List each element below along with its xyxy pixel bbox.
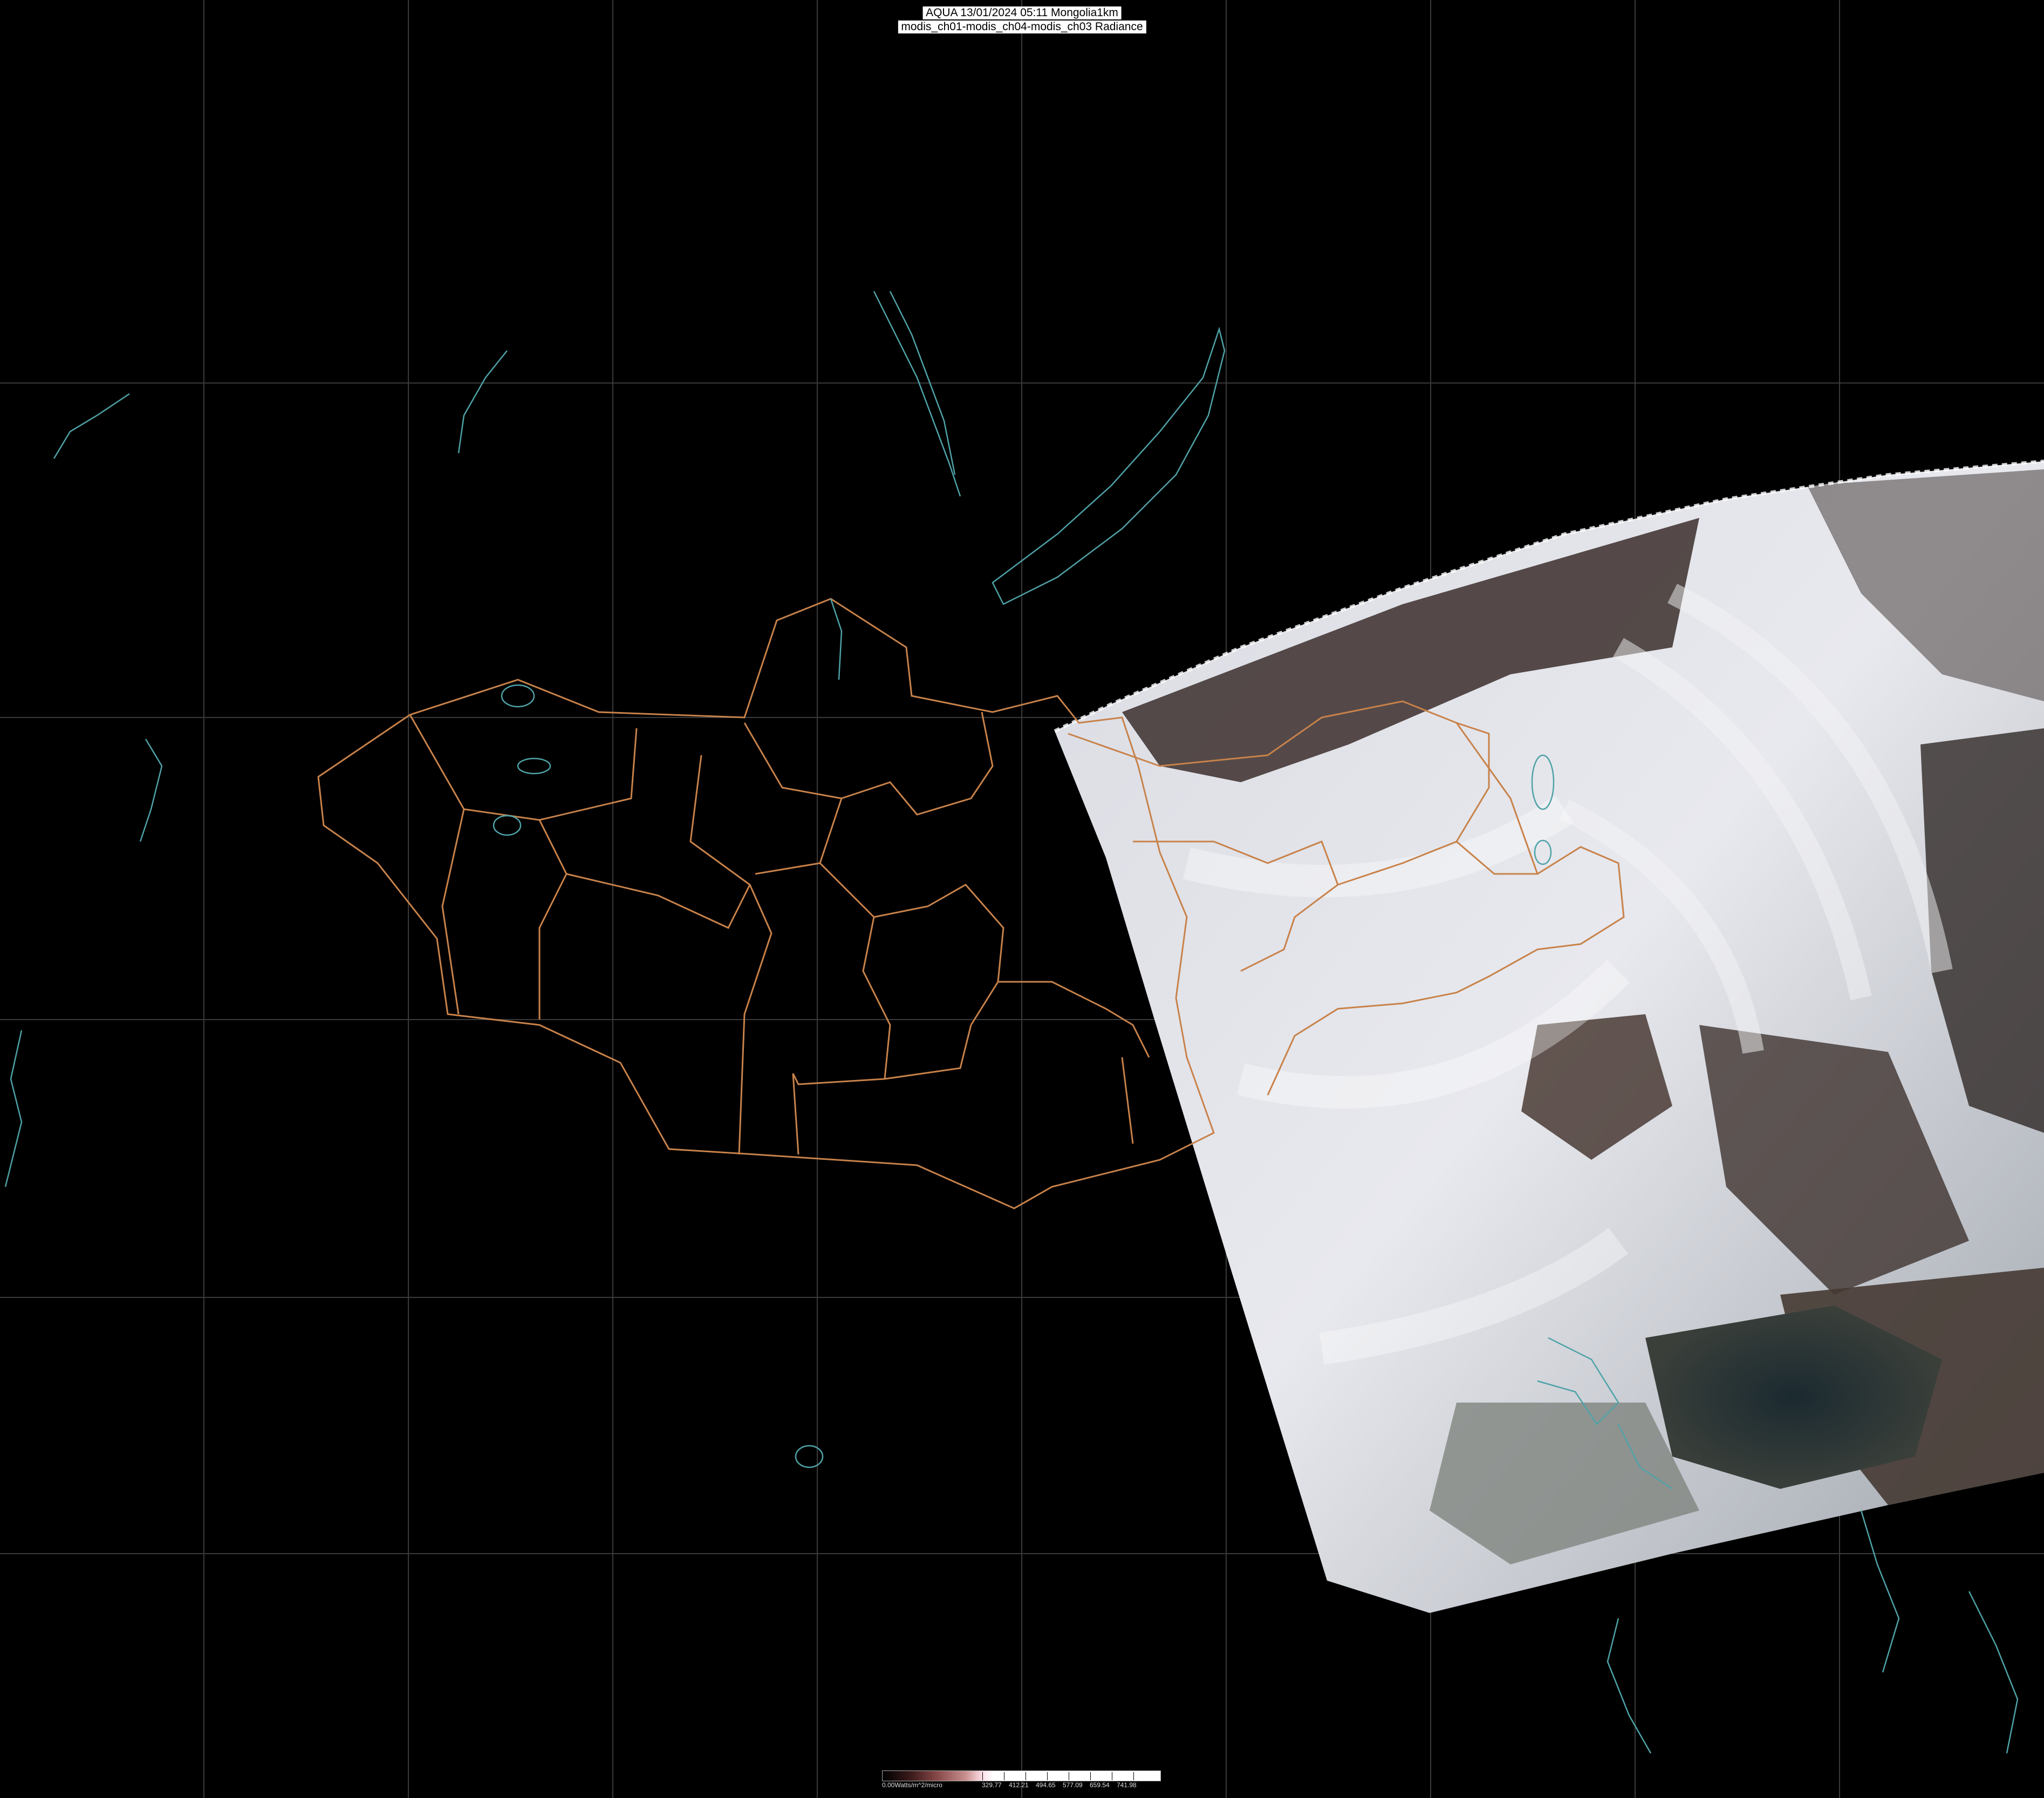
legend-tick-label: 494.65: [1036, 1781, 1056, 1789]
legend-labels: 0.00Watts/m^2/micro 329.77 412.21 494.65…: [882, 1781, 1160, 1790]
legend-color-bar: [882, 1770, 1161, 1781]
title-line-2: modis_ch01-modis_ch04-modis_ch03 Radianc…: [898, 20, 1146, 33]
legend-tick-label: 412.21: [1009, 1781, 1029, 1789]
title-line-1: AQUA 13/01/2024 05:11 Mongolia1km: [922, 6, 1122, 19]
radiance-legend: 0.00Watts/m^2/micro 329.77 412.21 494.65…: [882, 1770, 1161, 1792]
satellite-map: [0, 0, 2044, 1798]
legend-tick-label: 577.09: [1063, 1781, 1083, 1789]
legend-tick-label: 329.77: [982, 1781, 1002, 1789]
satellite-swath: [1055, 461, 2044, 1613]
legend-tick-label: 741.98: [1117, 1781, 1137, 1789]
legend-tick-label: 659.54: [1090, 1781, 1110, 1789]
legend-unit-label: 0.00Watts/m^2/micro: [882, 1781, 942, 1789]
